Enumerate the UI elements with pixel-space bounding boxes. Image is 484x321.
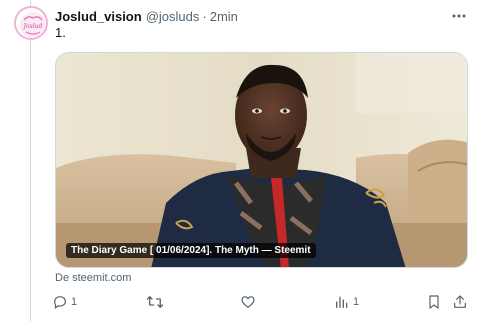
like-button[interactable] — [240, 291, 259, 313]
avatar-image: Joslud — [16, 8, 46, 38]
like-icon — [240, 294, 256, 310]
bookmark-icon — [426, 294, 442, 310]
share-button[interactable] — [452, 291, 468, 313]
thread-line — [30, 0, 31, 321]
bookmark-button[interactable] — [426, 291, 442, 313]
views-icon — [334, 294, 350, 310]
reply-icon — [52, 294, 68, 310]
views-count: 1 — [353, 296, 360, 308]
post-time[interactable]: 2min — [210, 9, 238, 24]
action-bar: 1 1 — [48, 291, 473, 313]
views-button[interactable]: 1 — [334, 291, 359, 313]
reply-count: 1 — [71, 296, 78, 308]
repost-button[interactable] — [146, 291, 167, 313]
repost-icon — [146, 294, 164, 310]
display-name[interactable]: Joslud_vision — [55, 9, 142, 24]
post-text: 1. — [55, 25, 66, 40]
card-source[interactable]: De steemit.com — [55, 272, 131, 284]
share-icon — [452, 294, 468, 310]
link-card[interactable]: The Diary Game [ 01/06/2024]. The Myth —… — [55, 52, 468, 268]
card-title[interactable]: The Diary Game [ 01/06/2024]. The Myth —… — [66, 243, 316, 258]
card-image — [56, 53, 467, 267]
post-header: Joslud_vision @josluds · 2min — [55, 7, 470, 25]
more-icon[interactable] — [448, 7, 470, 25]
user-handle[interactable]: @josluds — [146, 9, 200, 24]
avatar[interactable]: Joslud — [14, 6, 48, 40]
header-separator: · — [202, 8, 207, 24]
reply-button[interactable]: 1 — [52, 291, 77, 313]
avatar-text: Joslud — [22, 23, 43, 30]
